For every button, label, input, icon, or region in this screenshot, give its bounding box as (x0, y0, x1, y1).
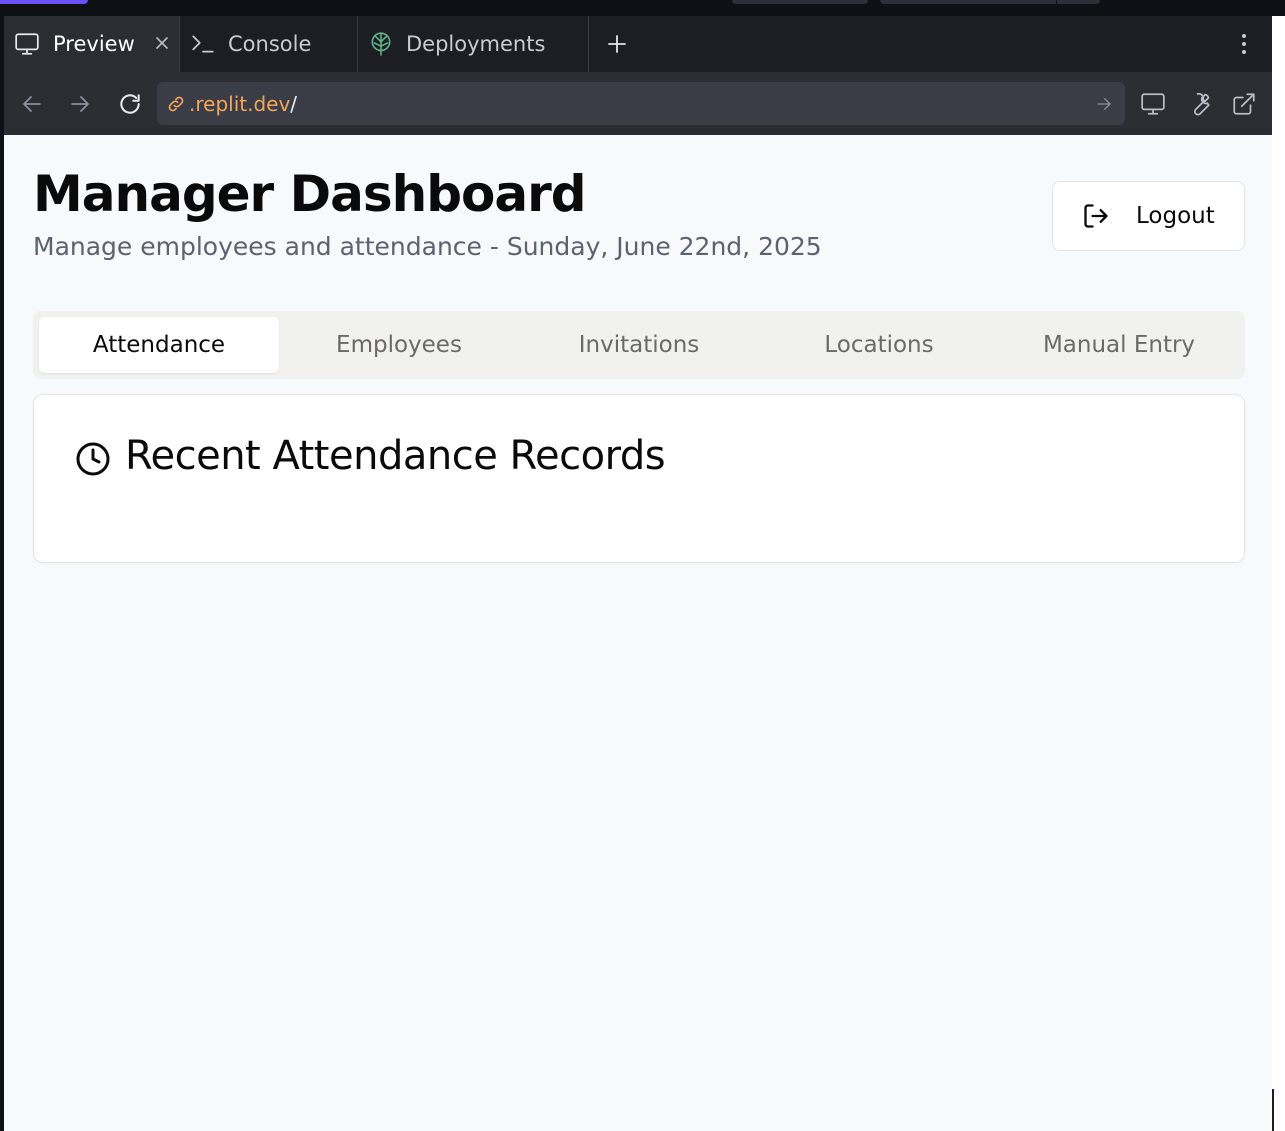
logout-button[interactable]: Logout (1052, 181, 1245, 251)
tab-preview[interactable]: Preview (4, 16, 180, 72)
section-tabs: Attendance Employees Invitations Locatio… (33, 311, 1245, 379)
window-edge (1272, 16, 1285, 1131)
url-text: .replit.dev/ (189, 92, 297, 116)
edge-marker (1272, 1089, 1274, 1131)
device-preview-icon[interactable] (1138, 89, 1168, 119)
tab-invitations[interactable]: Invitations (519, 317, 759, 373)
address-bar: .replit.dev/ (4, 72, 1272, 135)
logout-icon (1082, 202, 1110, 230)
card-heading: Recent Attendance Records (125, 433, 666, 479)
url-path: / (290, 91, 298, 116)
top-pill (880, 0, 1056, 4)
attendance-records-card: Recent Attendance Records (33, 394, 1245, 563)
logout-label: Logout (1136, 203, 1215, 229)
go-arrow-icon[interactable] (1093, 93, 1115, 115)
reload-icon[interactable] (115, 89, 145, 119)
back-icon[interactable] (17, 89, 47, 119)
monitor-icon (14, 31, 40, 57)
tab-label: Preview (53, 32, 135, 56)
terminal-icon (190, 31, 216, 57)
os-top-strip (0, 0, 1285, 16)
open-external-icon[interactable] (1229, 89, 1259, 119)
close-icon[interactable] (151, 32, 173, 54)
tab-console[interactable]: Console (180, 16, 358, 72)
url-host: .replit.dev (189, 91, 291, 116)
workspace-tab-bar: Preview Console Deployments (4, 16, 1272, 72)
link-icon (165, 93, 187, 115)
tab-manual-entry[interactable]: Manual Entry (999, 317, 1239, 373)
devtools-wrench-icon[interactable] (1184, 89, 1214, 119)
plus-icon (604, 31, 630, 57)
new-tab-button[interactable] (589, 16, 645, 72)
tab-locations[interactable]: Locations (759, 317, 999, 373)
clock-icon (74, 440, 112, 478)
top-pill (732, 0, 868, 4)
tab-label: Console (228, 32, 312, 56)
deployments-icon (368, 31, 394, 57)
tab-employees[interactable]: Employees (279, 317, 519, 373)
page-title: Manager Dashboard (33, 165, 587, 223)
tab-attendance[interactable]: Attendance (39, 317, 279, 373)
tab-label: Deployments (406, 32, 546, 56)
page-subtitle: Manage employees and attendance - Sunday… (33, 232, 822, 261)
top-accent-bar (0, 0, 88, 4)
forward-icon[interactable] (65, 89, 95, 119)
kebab-icon[interactable] (1232, 32, 1256, 56)
url-input[interactable]: .replit.dev/ (157, 82, 1125, 125)
top-pill (1057, 0, 1100, 4)
page-content: Manager Dashboard Manage employees and a… (4, 135, 1272, 1131)
tab-deployments[interactable]: Deployments (358, 16, 589, 72)
